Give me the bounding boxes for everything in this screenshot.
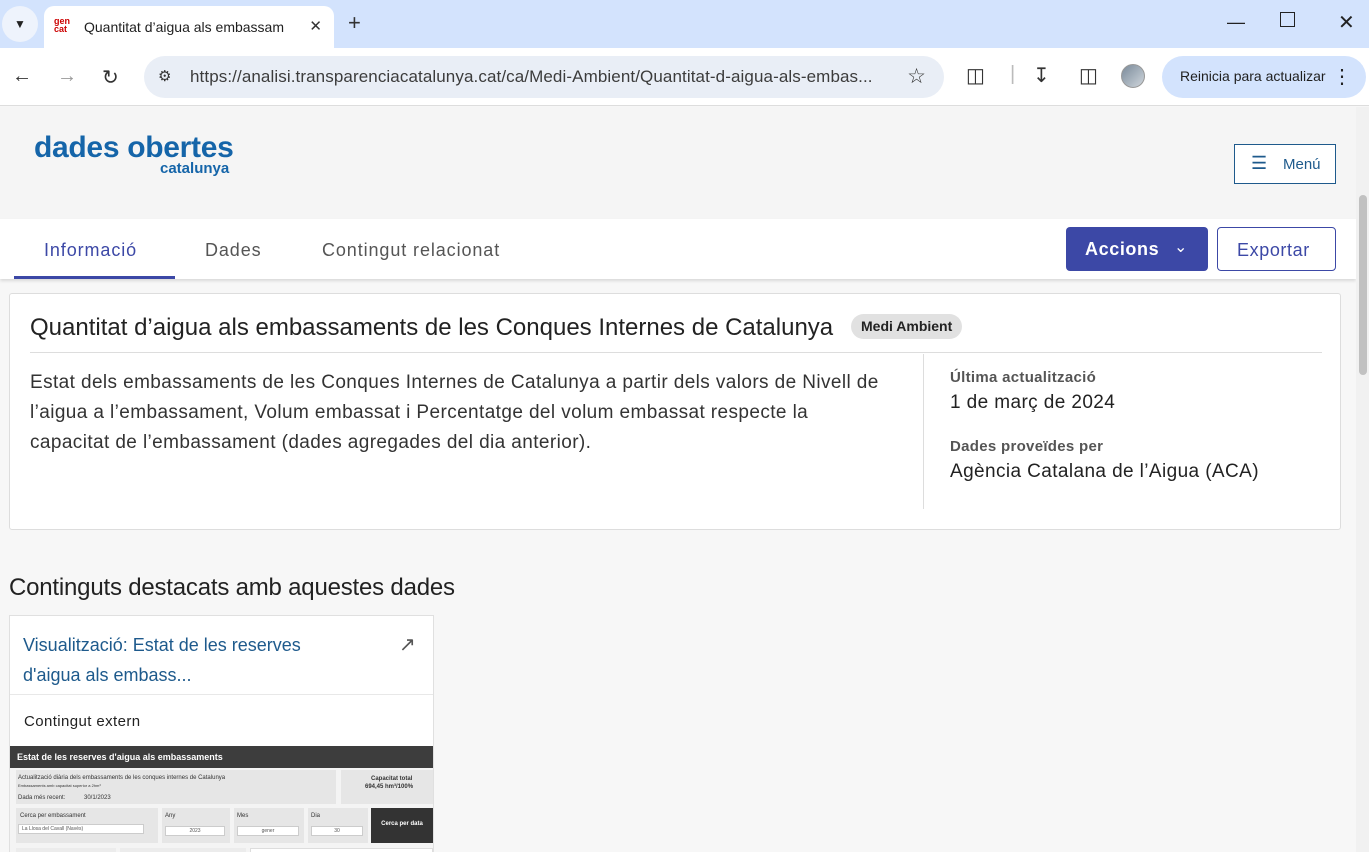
address-bar[interactable]: ⚙ https://analisi.transparenciacatalunya… [144,56,944,98]
last-update-value: 1 de març de 2024 [950,392,1116,413]
featured-card-title[interactable]: Visualització: Estat de les reserves d'a… [23,630,323,690]
thumbnail-lower-box [120,848,246,852]
tab-dades[interactable]: Dades [205,240,262,261]
minimize-icon[interactable]: — [1227,12,1245,33]
hamburger-icon: ☰ [1251,153,1268,173]
thumbnail-line1: Actualització diària dels embassaments d… [18,775,226,781]
accions-button[interactable]: Accions ⌄ [1066,227,1208,271]
thumbnail-capacity-value: 694,45 hm³/100% [365,784,414,790]
thumbnail-line2: Embassaments amb capacitat superior a 2h… [18,783,101,788]
accions-label: Accions [1085,239,1160,259]
exportar-button[interactable]: Exportar [1217,227,1336,271]
toolbar-separator: | [1010,63,1016,85]
thumbnail-recent-label: Dada més recent: [18,795,66,801]
browser-tabstrip: ▼ gen cat Quantitat d’aigua als embassam… [0,0,1369,48]
side-panel-icon[interactable]: ◫ [1079,63,1098,88]
featured-section-title: Continguts destacats amb aquestes dades [9,574,455,601]
window-close-icon[interactable]: ✕ [1338,10,1355,35]
new-tab-icon[interactable]: + [348,10,361,36]
vertical-divider [923,354,924,509]
thumbnail-month-field[interactable]: gener [237,826,299,836]
featured-content-card[interactable]: Visualització: Estat de les reserves d'a… [9,615,434,852]
avatar[interactable] [1121,64,1145,88]
forward-icon[interactable]: → [57,65,77,88]
exportar-label: Exportar [1237,240,1310,260]
tab-title: Quantitat d’aigua als embassam [84,19,284,35]
tab-informacio[interactable]: Informació [44,240,137,261]
provider-value: Agència Catalana de l’Aigua (ACA) [950,461,1259,482]
provider-label: Dades proveïdes per [950,438,1104,455]
thumbnail-lower-box [250,848,433,852]
reload-icon[interactable]: ↻ [102,65,119,90]
back-icon[interactable]: ← [12,65,32,88]
chevron-down-icon: ⌄ [1174,239,1188,256]
page-content: dades obertes catalunya ☰ Menú Informaci… [0,107,1356,852]
kebab-menu-icon[interactable]: ⋮ [1332,64,1352,89]
site-header: dades obertes catalunya ☰ Menú [0,107,1356,219]
browser-tab[interactable]: gen cat Quantitat d’aigua als embassam ✕ [44,6,334,48]
update-button-label: Reinicia para actualizar [1180,68,1326,84]
thumbnail-month-label: Mes [237,813,249,819]
favicon-icon: gen cat [54,16,71,34]
page-scrollbar[interactable] [1356,107,1369,852]
update-button[interactable]: Reinicia para actualizar ⋮ [1162,56,1366,98]
extensions-icon[interactable]: ◫ [966,63,985,88]
thumbnail-year-label: Any [165,813,176,819]
category-badge[interactable]: Medi Ambient [851,314,963,339]
logo-sub[interactable]: catalunya [160,160,229,177]
chevron-down-icon: ▼ [14,17,26,31]
thumbnail-reservoir-select[interactable]: La Llosa del Cavall (Navès) [18,824,144,834]
dataset-description: Estat dels embassaments de les Conques I… [30,372,879,453]
thumbnail-recent-value: 30/1/2023 [84,795,111,801]
external-link-icon[interactable]: ↗ [399,632,416,657]
maximize-icon[interactable] [1280,12,1295,27]
thumbnail-month-value: gener [261,828,275,834]
divider [10,694,433,695]
thumbnail-day-field[interactable]: 30 [311,826,363,836]
scrollbar-thumb[interactable] [1359,195,1367,375]
tab-search-button[interactable]: ▼ [2,6,38,42]
content-type-label: Contingut extern [24,713,141,730]
thumbnail-year-value: 2023 [189,828,201,834]
thumbnail-year-field[interactable]: 2023 [165,826,225,836]
thumbnail-day-label: Dia [311,813,321,819]
active-tab-indicator [14,276,175,279]
star-icon[interactable]: ☆ [907,64,926,89]
thumbnail-day-value: 30 [334,828,340,834]
visualization-thumbnail[interactable]: Estat de les reserves d'aigua als embass… [10,746,433,852]
url-text[interactable]: https://analisi.transparenciacatalunya.c… [190,67,896,87]
tab-contingut-relacionat[interactable]: Contingut relacionat [322,240,500,261]
thumbnail-search-date-button[interactable]: Cerca per data [371,808,433,843]
dataset-card: Quantitat d’aigua als embassaments de le… [9,293,1341,530]
page-tabs: Informació Dades Contingut relacionat Ac… [0,219,1356,279]
browser-toolbar: ← → ↻ ⚙ https://analisi.transparenciacat… [0,48,1369,106]
site-info-icon[interactable]: ⚙ [158,67,171,85]
thumbnail-lower-box [16,848,116,852]
page-title: Quantitat d’aigua als embassaments de le… [30,314,834,341]
thumbnail-search-value: La Llosa del Cavall (Navès) [22,826,84,832]
thumbnail-capacity-label: Capacitat total [371,776,413,782]
thumbnail-header: Estat de les reserves d'aigua als embass… [10,746,433,768]
last-update-label: Última actualització [950,369,1097,386]
menu-label: Menú [1283,156,1321,173]
divider [30,352,1322,353]
close-icon[interactable]: ✕ [309,17,322,35]
thumbnail-search-label: Cerca per embassament [20,813,86,819]
download-icon[interactable]: ↧ [1033,63,1050,88]
menu-button[interactable]: ☰ Menú [1234,144,1336,184]
